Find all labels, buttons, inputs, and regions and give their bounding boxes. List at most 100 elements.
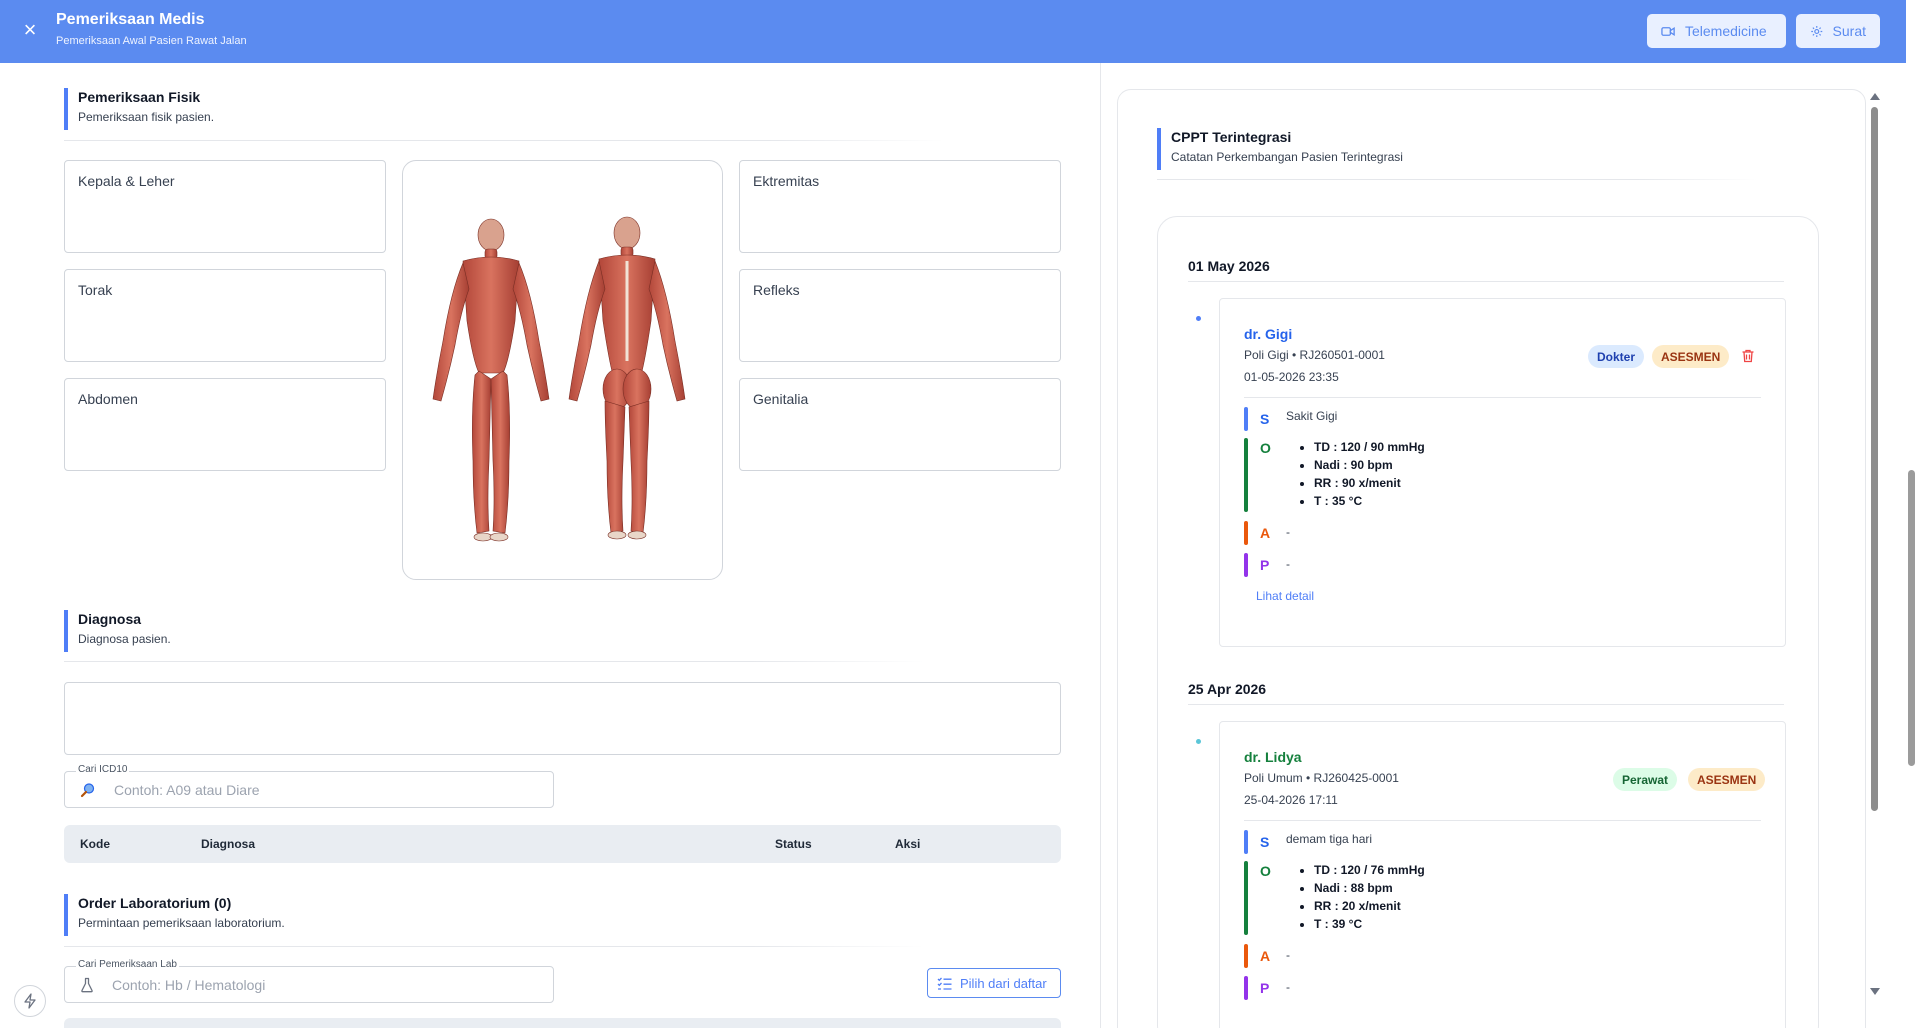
plan-text: - (1286, 980, 1290, 994)
soap-p-bar (1244, 976, 1248, 1000)
field-label: Torak (78, 282, 113, 298)
vital-item: TD : 120 / 90 mmHg (1314, 438, 1425, 456)
assessment-text: - (1286, 525, 1290, 539)
section-title: Order Laboratorium (0) (78, 895, 232, 911)
header-bar: × Pemeriksaan Medis Pemeriksaan Awal Pas… (0, 0, 1906, 63)
icd10-search-input[interactable]: Contoh: A09 atau Diare (64, 771, 554, 808)
order-lab-heading: Order Laboratorium (0) Permintaan pemeri… (64, 894, 285, 936)
refleks-field[interactable]: Refleks (739, 269, 1061, 362)
genitalia-field[interactable]: Genitalia (739, 378, 1061, 471)
column-aksi: Aksi (895, 837, 921, 851)
trash-icon[interactable] (1740, 348, 1756, 364)
page-subtitle: Pemeriksaan Awal Pasien Rawat Jalan (56, 35, 247, 47)
cppt-entry: dr. Gigi Poli Gigi • RJ260501-0001 01-05… (1219, 298, 1786, 647)
checklist-icon (937, 977, 952, 990)
quick-action-button[interactable] (14, 985, 46, 1017)
divider (1244, 397, 1761, 398)
page-title: Pemeriksaan Medis (56, 11, 205, 28)
doctor-name-link[interactable]: dr. Gigi (1244, 326, 1292, 342)
lab-table-header (64, 1018, 1061, 1028)
icd10-search-label: Cari ICD10 (76, 764, 130, 775)
back-body-figure (568, 216, 686, 540)
magnifier-icon (80, 782, 95, 797)
field-label: Refleks (753, 282, 800, 298)
timeline-dot (1196, 739, 1201, 744)
scroll-up-arrow[interactable] (1870, 93, 1880, 100)
divider (64, 946, 924, 947)
entry-timestamp: 25-04-2026 17:11 (1244, 793, 1338, 807)
lightning-icon (24, 993, 36, 1009)
surat-button[interactable]: Surat (1796, 14, 1880, 48)
soap-o-letter: O (1260, 863, 1271, 879)
divider (1244, 820, 1761, 821)
close-icon[interactable]: × (20, 19, 40, 41)
role-badge: Perawat (1613, 768, 1678, 791)
section-subtitle: Pemeriksaan fisik pasien. (78, 110, 215, 124)
role-badge: Dokter (1588, 345, 1645, 368)
soap-a-bar (1244, 521, 1248, 545)
section-subtitle: Catatan Perkembangan Pasien Terintegrasi (1171, 150, 1403, 164)
section-title: CPPT Terintegrasi (1171, 129, 1292, 145)
column-divider (1100, 63, 1101, 1028)
telemedicine-label: Telemedicine (1685, 23, 1767, 39)
entry-meta: Poli Umum • RJ260425-0001 (1244, 771, 1399, 785)
vital-item: TD : 120 / 76 mmHg (1314, 861, 1425, 879)
diagnosa-heading: Diagnosa Diagnosa pasien. (64, 610, 171, 652)
section-title: Pemeriksaan Fisik (78, 89, 201, 105)
soap-o-bar (1244, 861, 1248, 935)
cppt-scrollbar[interactable] (1871, 107, 1878, 811)
lab-search-label: Cari Pemeriksaan Lab (76, 959, 179, 970)
lihat-detail-link[interactable]: Lihat detail (1256, 589, 1314, 603)
column-status: Status (775, 837, 812, 851)
kepala-leher-field[interactable]: Kepala & Leher (64, 160, 386, 253)
column-kode: Kode (80, 837, 110, 851)
vital-item: RR : 90 x/menit (1314, 474, 1425, 492)
gear-icon (1811, 25, 1823, 37)
divider (1157, 179, 1757, 180)
field-label: Ektremitas (753, 173, 820, 189)
field-label: Genitalia (753, 391, 809, 407)
ektremitas-field[interactable]: Ektremitas (739, 160, 1061, 253)
video-camera-icon (1661, 26, 1675, 36)
vital-item: Nadi : 90 bpm (1314, 456, 1425, 474)
divider (64, 140, 944, 141)
assessment-text: - (1286, 948, 1290, 962)
soap-p-letter: P (1260, 980, 1270, 996)
scroll-down-arrow[interactable] (1870, 988, 1880, 995)
torak-field[interactable]: Torak (64, 269, 386, 362)
lab-search-input[interactable]: Contoh: Hb / Hematologi (64, 966, 554, 1003)
diagnosa-textarea[interactable] (64, 682, 1061, 755)
soap-a-letter: A (1260, 948, 1271, 964)
cppt-entry: dr. Lidya Poli Umum • RJ260425-0001 25-0… (1219, 721, 1786, 1028)
soap-s-bar (1244, 407, 1248, 431)
objective-vitals: TD : 120 / 76 mmHg Nadi : 88 bpm RR : 20… (1314, 861, 1425, 933)
soap-s-letter: S (1260, 411, 1270, 427)
soap-o-letter: O (1260, 440, 1271, 456)
divider (1188, 281, 1784, 282)
section-title: Diagnosa (78, 611, 142, 627)
divider (64, 661, 924, 662)
page-scrollbar[interactable] (1908, 470, 1915, 766)
timeline-dot (1196, 316, 1201, 321)
telemedicine-button[interactable]: Telemedicine (1647, 14, 1786, 48)
timeline-date: 01 May 2026 (1188, 258, 1270, 274)
soap-o-bar (1244, 438, 1248, 512)
vital-item: T : 39 °C (1314, 915, 1425, 933)
abdomen-field[interactable]: Abdomen (64, 378, 386, 471)
field-label: Abdomen (78, 391, 138, 407)
field-label: Kepala & Leher (78, 173, 175, 189)
section-subtitle: Diagnosa pasien. (78, 632, 171, 646)
anatomy-illustration (432, 216, 686, 542)
entry-timestamp: 01-05-2026 23:35 (1244, 370, 1339, 384)
search-placeholder: Contoh: A09 atau Diare (114, 781, 260, 798)
front-body-figure (432, 218, 550, 542)
soap-s-bar (1244, 830, 1248, 854)
vital-item: T : 35 °C (1314, 492, 1425, 510)
plan-text: - (1286, 557, 1290, 571)
doctor-name-link[interactable]: dr. Lidya (1244, 749, 1302, 765)
pilih-dari-daftar-button[interactable]: Pilih dari daftar (927, 968, 1061, 998)
type-badge: ASESMEN (1652, 345, 1730, 368)
column-diagnosa: Diagnosa (201, 837, 256, 851)
timeline-date: 25 Apr 2026 (1188, 681, 1267, 697)
anatomy-image-card (402, 160, 723, 580)
